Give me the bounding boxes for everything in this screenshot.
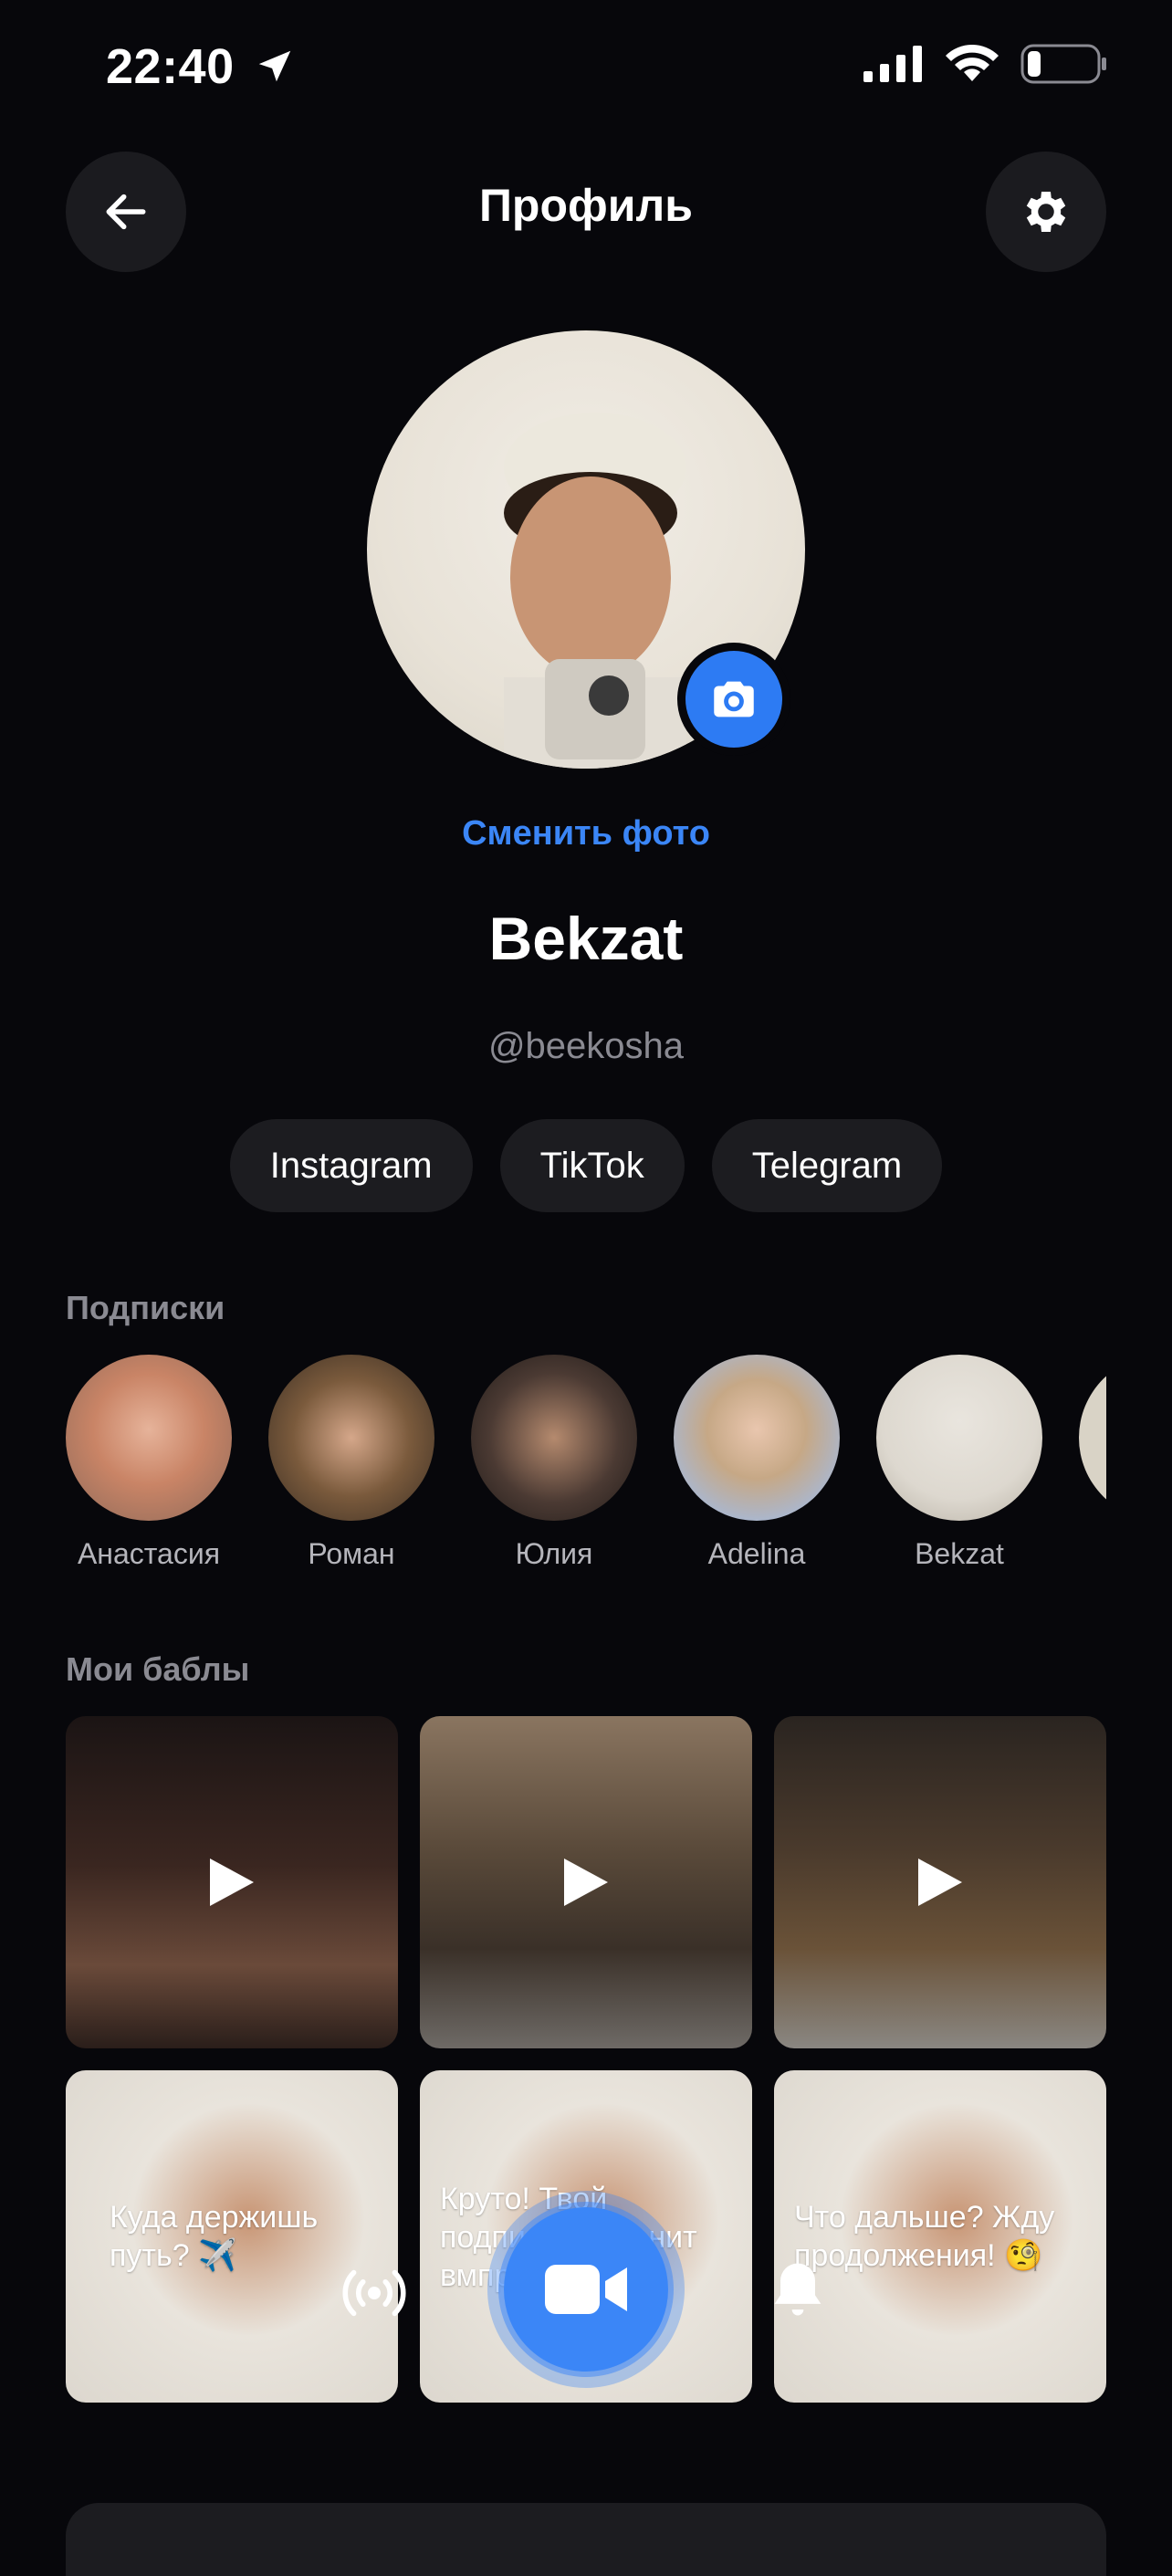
subscription-item[interactable]: Adelina [674, 1355, 840, 1574]
avatar [1079, 1355, 1106, 1521]
play-icon [564, 1859, 608, 1906]
signal-icon [863, 46, 922, 82]
video-camera-icon [545, 2265, 627, 2314]
avatar [268, 1355, 434, 1521]
notifications-button[interactable] [763, 2255, 832, 2329]
bubble-video[interactable] [774, 1716, 1106, 2048]
record-video-button[interactable] [487, 2191, 685, 2388]
bubble-caption: Что дальше? Жду продолжения! 🧐 [794, 2200, 1055, 2273]
wifi-icon [946, 45, 999, 81]
avatar [674, 1355, 840, 1521]
settings-button[interactable] [986, 152, 1106, 272]
bubble-photo[interactable]: Что дальше? Жду продолжения! 🧐 [774, 2070, 1106, 2403]
gear-icon [1026, 192, 1066, 232]
profile-name: Bekzat [488, 905, 684, 972]
subscription-name: Adelina [707, 1537, 806, 1570]
subscriptions-list: Анастасия Роман Юлия Adelina Bekzat [66, 1355, 1106, 1574]
broadcast-button[interactable] [336, 2255, 413, 2336]
bell-icon [774, 2263, 821, 2316]
subscription-name: Юлия [515, 1537, 593, 1570]
change-photo-link[interactable]: Сменить фото [0, 814, 1172, 853]
instagram-link[interactable]: Instagram [229, 1119, 473, 1212]
social-links: Instagram TikTok Telegram [0, 1119, 1172, 1212]
profile-handle: @beekosha [487, 1026, 685, 1066]
bubble-video[interactable] [420, 1716, 752, 2048]
play-icon [918, 1859, 962, 1906]
subscription-name: Bekzat [915, 1537, 1004, 1570]
avatar [876, 1355, 1042, 1521]
broadcast-icon [342, 2269, 406, 2317]
subscription-name: Анастасия [77, 1537, 221, 1570]
location-arrow-icon [254, 46, 296, 92]
bubble-photo[interactable]: Куда держишь путь? ✈️ [66, 2070, 398, 2403]
change-photo-badge[interactable] [677, 643, 790, 756]
bubbles-label: Мои баблы [66, 1650, 250, 1688]
camera-icon [714, 681, 754, 717]
bottom-card [66, 2503, 1106, 2576]
status-icons [863, 44, 1108, 84]
subscription-item[interactable]: Bekzat [876, 1355, 1042, 1574]
play-icon [210, 1859, 254, 1906]
telegram-link[interactable]: Telegram [711, 1119, 943, 1212]
subscription-name: Роман [308, 1537, 395, 1570]
subscriptions-label: Подписки [66, 1289, 225, 1326]
bubble-video[interactable] [66, 1716, 398, 2048]
tiktok-link[interactable]: TikTok [499, 1119, 685, 1212]
status-time: 22:40 [106, 39, 235, 94]
subscription-item[interactable]: Роман [268, 1355, 434, 1574]
subscription-item[interactable]: Анастасия [66, 1355, 232, 1574]
avatar [66, 1355, 232, 1521]
battery-icon [1020, 44, 1106, 84]
subscription-item[interactable]: Юлия [471, 1355, 637, 1574]
subscription-item[interactable] [1079, 1355, 1106, 1574]
avatar [471, 1355, 637, 1521]
